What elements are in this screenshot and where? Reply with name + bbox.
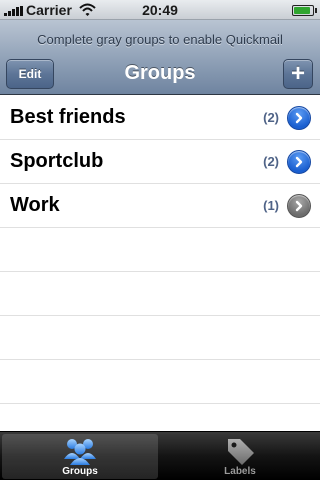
clock: 20:49: [142, 2, 178, 18]
group-name: Work: [10, 194, 60, 216]
page-title: Groups: [124, 62, 196, 84]
empty-row: [0, 360, 320, 404]
group-name: Sportclub: [10, 150, 104, 172]
group-count: (2): [263, 154, 279, 169]
tab-bar: Groups Labels: [0, 431, 320, 480]
empty-row: [0, 272, 320, 316]
tab-label: Labels: [224, 466, 256, 477]
chevron-right-icon[interactable]: [287, 194, 311, 218]
empty-row: [0, 228, 320, 272]
group-count: (1): [263, 198, 279, 213]
people-icon: [64, 439, 96, 465]
tab-groups[interactable]: Groups: [2, 434, 158, 479]
tab-label: Groups: [62, 466, 98, 477]
group-count: (2): [263, 110, 279, 125]
add-group-button[interactable]: +: [283, 59, 313, 89]
tag-icon: [228, 439, 254, 465]
empty-row: [0, 316, 320, 360]
group-row-sportclub[interactable]: Sportclub (2): [0, 140, 320, 184]
quickmail-prompt: Complete gray groups to enable Quickmail: [37, 32, 283, 47]
group-row-best-friends[interactable]: Best friends (2): [0, 96, 320, 140]
groups-list: Best friends (2) Sportclub (2) Work (1): [0, 96, 320, 431]
chevron-right-icon[interactable]: [287, 150, 311, 174]
group-name: Best friends: [10, 106, 126, 128]
status-bar: Carrier 20:49: [0, 0, 320, 20]
battery-icon: [292, 5, 317, 16]
chevron-right-icon[interactable]: [287, 106, 311, 130]
group-row-work[interactable]: Work (1): [0, 184, 320, 228]
tab-labels[interactable]: Labels: [162, 434, 318, 479]
navigation-bar: Complete gray groups to enable Quickmail…: [0, 20, 320, 95]
